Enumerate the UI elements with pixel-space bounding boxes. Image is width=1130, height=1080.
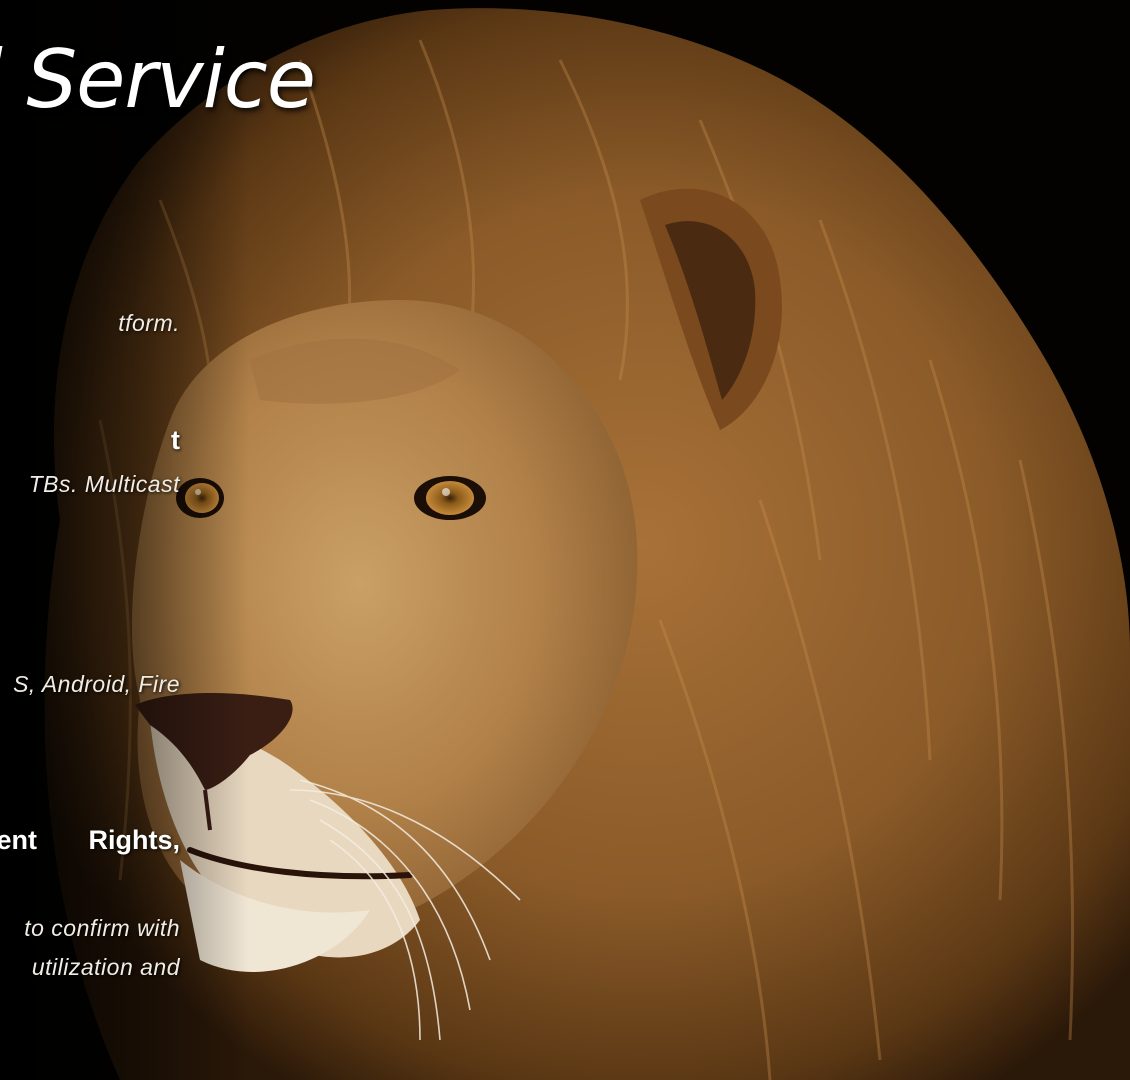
section-2-description: TBs. Multicast (28, 471, 180, 497)
section-2-heading: t (171, 425, 180, 455)
section-3-description: S, Android, Fire (13, 671, 180, 697)
section-1-description: tform. (118, 310, 180, 336)
section-4-heading-left: ent (0, 825, 37, 855)
hero-stage: l Service tform. t TBs. Multicast S, And… (0, 0, 1130, 1080)
section-4-heading-right: Rights, (88, 825, 181, 855)
section-4-description-line-1: to confirm with (24, 915, 180, 941)
text-overlay: l Service tform. t TBs. Multicast S, And… (0, 0, 1130, 1080)
hero-title: l Service (0, 33, 316, 126)
section-4-description-line-2: utilization and (31, 954, 180, 980)
